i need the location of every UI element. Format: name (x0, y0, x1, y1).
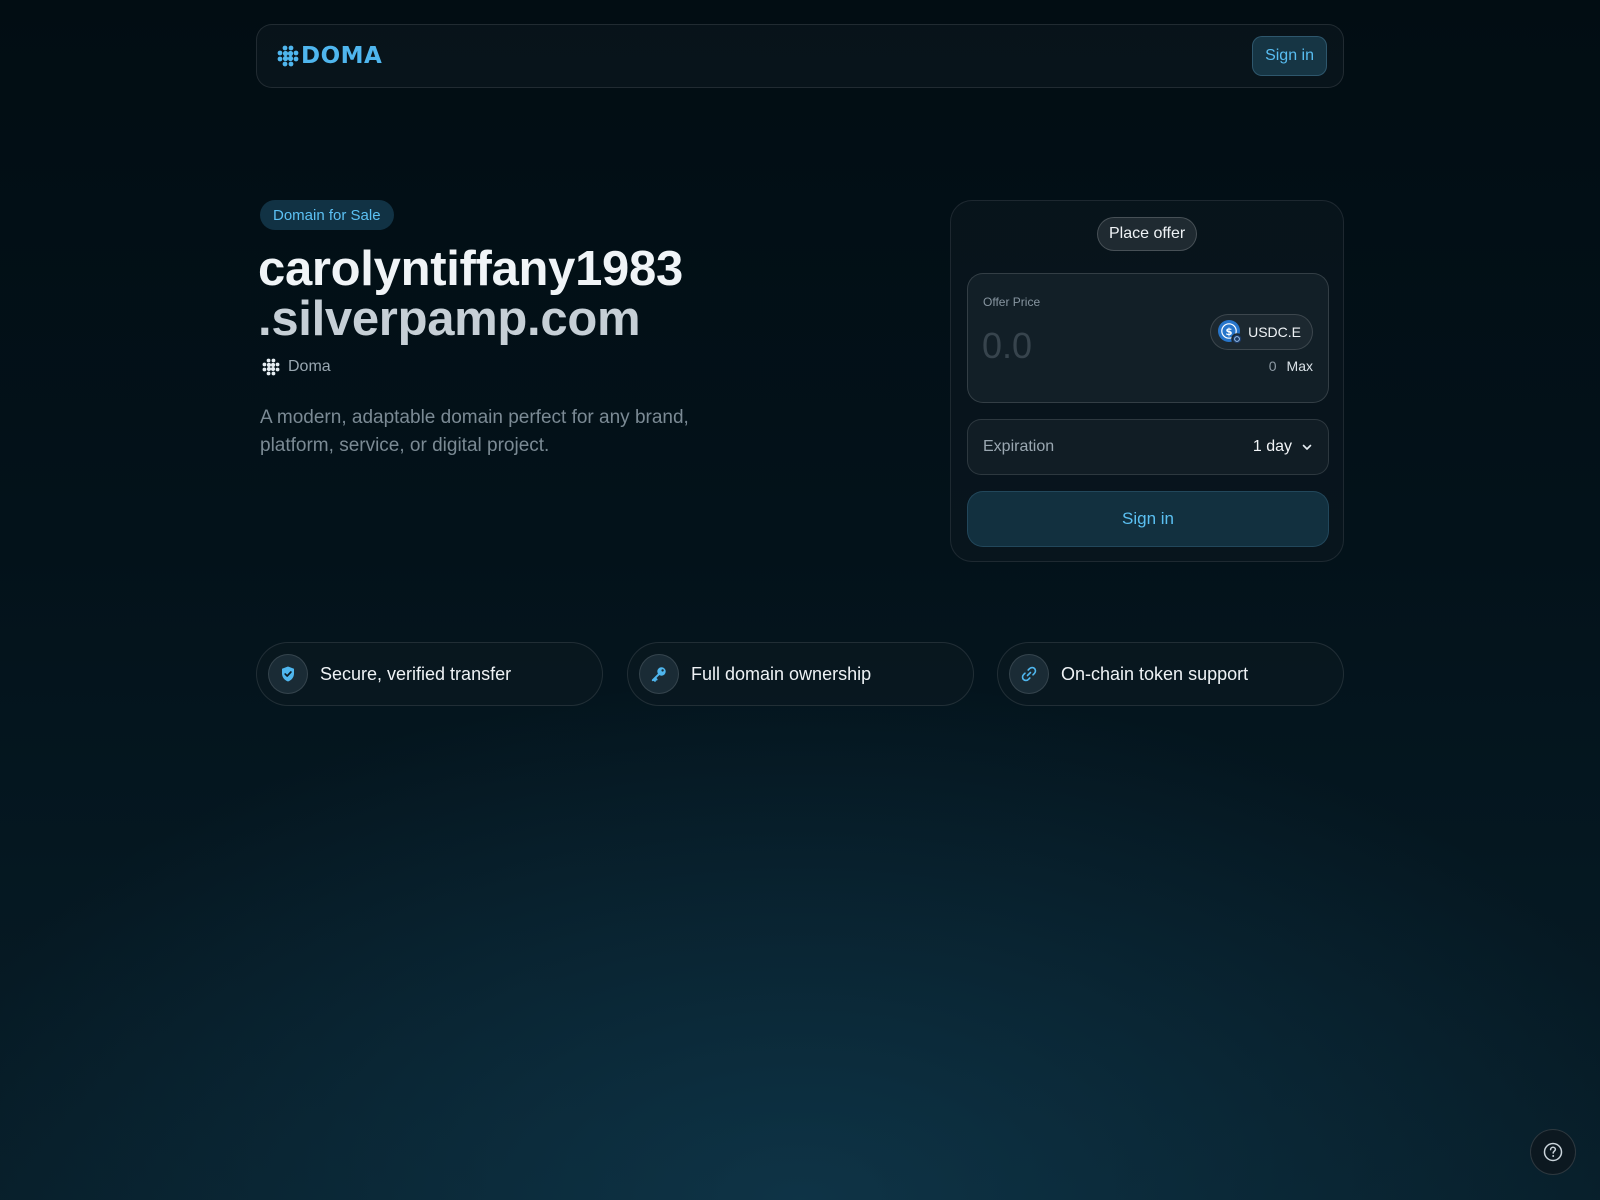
feature-icon-wrap (268, 654, 308, 694)
registrar[interactable]: Doma (262, 358, 331, 376)
offer-price-input[interactable] (982, 324, 1202, 368)
offer-card: Place offer Offer Price $ USDC.E 0 Max E… (950, 200, 1344, 562)
feature-icon-wrap (639, 654, 679, 694)
domain-title-suffix: .silverpamp.com (258, 292, 641, 346)
tab-place-offer[interactable]: Place offer (1097, 217, 1198, 251)
registrar-name: Doma (288, 358, 331, 375)
help-button[interactable] (1530, 1129, 1576, 1175)
for-sale-badge: Domain for Sale (260, 200, 394, 230)
shield-check-icon (282, 666, 294, 682)
offer-price-box: Offer Price $ USDC.E 0 Max (967, 273, 1329, 403)
max-button[interactable]: Max (1287, 358, 1313, 374)
logo-text: DOMA (301, 43, 383, 69)
feature-label: Full domain ownership (691, 663, 872, 684)
domain-title-name: carolyntiffany1983 (258, 242, 683, 296)
balance-value: 0 (1268, 358, 1277, 374)
key-icon (651, 667, 666, 682)
feature-token-support: On-chain token support (997, 642, 1344, 706)
doma-logo-icon (277, 45, 299, 67)
doma-registrar-icon (262, 358, 280, 376)
chevron-down-icon (1302, 444, 1312, 450)
expiration-label: Expiration (983, 438, 1055, 455)
feature-icon-wrap (1009, 654, 1049, 694)
expiration-value: 1 day (1253, 438, 1313, 456)
domain-description: A modern, adaptable domain perfect for a… (260, 407, 689, 456)
token-symbol: USDC.E (1248, 324, 1301, 340)
feature-label: On-chain token support (1061, 663, 1249, 684)
svg-text:$: $ (1226, 327, 1233, 338)
usdc-icon: $ (1218, 320, 1243, 345)
help-circle-icon (1543, 1142, 1563, 1162)
doma-logo[interactable]: DOMA (277, 43, 382, 69)
expiration-select[interactable]: Expiration 1 day (967, 419, 1329, 475)
feature-domain-ownership: Full domain ownership (627, 642, 974, 706)
link-icon (1021, 666, 1037, 682)
offer-price-label: Offer Price (983, 295, 1041, 309)
header-signin-button[interactable]: Sign in (1252, 36, 1327, 76)
expiration-selected: 1 day (1252, 438, 1292, 455)
feature-label: Secure, verified transfer (320, 663, 512, 684)
token-balance: 0 Max (1269, 358, 1313, 374)
top-nav: DOMA Sign in (256, 24, 1344, 88)
token-selector[interactable]: $ USDC.E (1210, 314, 1313, 350)
offer-signin-button[interactable]: Sign in (967, 491, 1329, 547)
domain-title: carolyntiffany1983 .silverpamp.com (258, 244, 878, 344)
feature-secure-transfer: Secure, verified transfer (256, 642, 603, 706)
